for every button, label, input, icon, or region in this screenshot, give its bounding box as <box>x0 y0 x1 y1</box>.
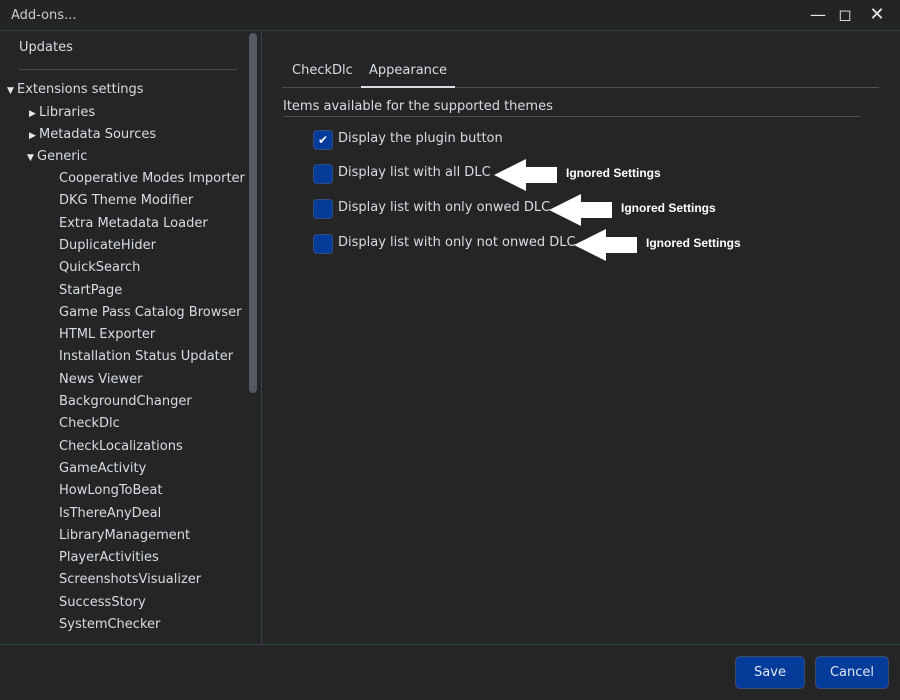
label: Metadata Sources <box>39 127 157 142</box>
caret-down-icon: ▼ <box>27 153 34 163</box>
sidebar-item-plugin[interactable]: StartPage <box>59 283 122 298</box>
tab-checkdlc[interactable]: CheckDlc <box>282 58 363 88</box>
ignored-settings-annotation: Ignored Settings <box>646 236 741 250</box>
save-button[interactable]: Save <box>735 656 805 689</box>
tab-appearance[interactable]: Appearance <box>361 58 456 88</box>
sidebar-item-plugin[interactable]: HTML Exporter <box>59 327 155 342</box>
arrow-left-icon <box>549 194 612 226</box>
sidebar-item-metadata-sources[interactable]: ▶ Metadata Sources <box>29 127 156 142</box>
section-title: Items available for the supported themes <box>283 99 861 117</box>
sidebar-item-plugin[interactable]: Game Pass Catalog Browser <box>59 305 241 320</box>
sidebar-item-plugin[interactable]: LibraryManagement <box>59 528 190 543</box>
sidebar-item-plugin[interactable]: SystemChecker <box>59 617 160 632</box>
sidebar-item-generic[interactable]: ▼ Generic <box>27 149 87 164</box>
sidebar-item-plugin[interactable]: GameActivity <box>59 461 146 476</box>
caret-right-icon: ▶ <box>29 109 36 119</box>
label: Libraries <box>39 105 96 120</box>
checkbox[interactable] <box>313 164 333 184</box>
check-icon: ✔ <box>317 133 329 147</box>
tab-bar: CheckDlc Appearance <box>282 58 879 88</box>
checkbox-label[interactable]: Display list with only not onwed DLC <box>338 235 576 250</box>
sidebar-item-plugin[interactable]: DKG Theme Modifier <box>59 193 193 208</box>
label: Generic <box>37 149 88 164</box>
sidebar-item-plugin[interactable]: QuickSearch <box>59 260 140 275</box>
sidebar-scrollbar[interactable] <box>249 33 257 393</box>
sidebar-item-plugin[interactable]: CheckLocalizations <box>59 439 183 454</box>
checkbox-label[interactable]: Display list with only onwed DLC <box>338 200 550 215</box>
footer-divider <box>0 644 900 645</box>
sidebar-item-plugin[interactable]: Extra Metadata Loader <box>59 216 208 231</box>
sidebar-item-libraries[interactable]: ▶ Libraries <box>29 105 95 120</box>
sidebar-item-plugin[interactable]: BackgroundChanger <box>59 394 192 409</box>
sidebar-item-updates[interactable]: Updates <box>19 40 73 55</box>
sidebar-item-plugin[interactable]: ScreenshotsVisualizer <box>59 572 201 587</box>
sidebar-item-plugin[interactable]: DuplicateHider <box>59 238 156 253</box>
checkbox[interactable] <box>313 199 333 219</box>
sidebar-item-extensions[interactable]: ▼ Extensions settings <box>7 82 144 97</box>
title-bar: Add-ons... — ◻ ✕ <box>0 0 900 31</box>
window-title: Add-ons... <box>11 8 77 23</box>
cancel-button[interactable]: Cancel <box>815 656 889 689</box>
checkbox[interactable] <box>313 234 333 254</box>
sidebar: Updates ▼ Extensions settings ▶ Libraries … <box>0 32 262 644</box>
ignored-settings-annotation: Ignored Settings <box>566 166 661 180</box>
checkbox[interactable]: ✔ <box>313 130 333 150</box>
caret-right-icon: ▶ <box>29 131 36 141</box>
sidebar-item-plugin[interactable]: CheckDlc <box>59 416 120 431</box>
sidebar-item-plugin[interactable]: HowLongToBeat <box>59 483 163 498</box>
divider <box>19 69 237 70</box>
arrow-left-icon <box>494 159 557 191</box>
minimize-icon[interactable]: — <box>808 5 828 25</box>
caret-down-icon: ▼ <box>7 86 14 96</box>
sidebar-item-plugin[interactable]: PlayerActivities <box>59 550 159 565</box>
sidebar-item-plugin[interactable]: SuccessStory <box>59 595 146 610</box>
close-icon[interactable]: ✕ <box>867 5 887 25</box>
arrow-left-icon <box>574 229 637 261</box>
sidebar-item-plugin[interactable]: News Viewer <box>59 372 142 387</box>
sidebar-item-plugin[interactable]: IsThereAnyDeal <box>59 506 161 521</box>
sidebar-item-plugin[interactable]: Cooperative Modes Importer <box>59 171 245 186</box>
sidebar-item-plugin[interactable]: Installation Status Updater <box>59 349 233 364</box>
checkbox-label[interactable]: Display list with all DLC <box>338 165 491 180</box>
checkbox-label[interactable]: Display the plugin button <box>338 131 503 146</box>
maximize-icon[interactable]: ◻ <box>835 5 855 25</box>
ignored-settings-annotation: Ignored Settings <box>621 201 716 215</box>
label: Extensions settings <box>17 82 144 97</box>
